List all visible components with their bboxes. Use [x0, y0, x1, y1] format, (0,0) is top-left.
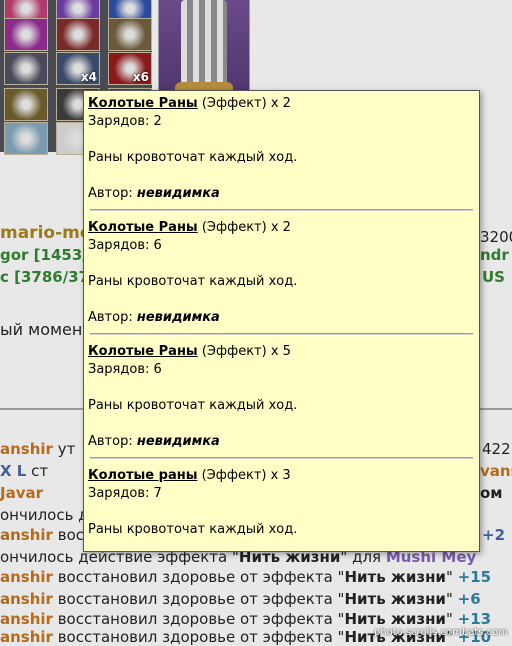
- armor-legs-icon: [181, 0, 227, 88]
- player-stats-line-2: c [3786/37: [0, 268, 89, 286]
- heal-amount: +15: [457, 568, 492, 586]
- effect-name-link[interactable]: Колотые Раны: [88, 96, 198, 111]
- effect-title: Колотые Раны (Эффект) x 5: [88, 343, 475, 361]
- chat-text: ст: [31, 462, 49, 480]
- heal-amount: +6: [457, 590, 481, 608]
- chat-text: восстановил здоровье от эффекта ": [52, 628, 345, 646]
- player-link[interactable]: c [3786/37: [0, 268, 89, 286]
- effect-author: Автор: невидимка: [88, 433, 475, 451]
- author-name: невидимка: [136, 434, 220, 449]
- dog-icon[interactable]: [4, 88, 48, 121]
- watermark: photo.scrolls.combats.com: [373, 627, 508, 638]
- effect-name-link[interactable]: Колотые раны: [88, 468, 197, 483]
- effect-description: Раны кровоточат каждый ход.: [88, 150, 298, 165]
- effect-name: Нить жизни: [344, 590, 446, 608]
- chat-line: anshir восстановил здоровье от эффекта "…: [0, 590, 481, 608]
- effect-title: Колотые Раны (Эффект) x 2: [88, 219, 475, 237]
- effect-description: Раны кровоточат каждый ход.: [88, 522, 298, 537]
- chat-text: ончилось д: [0, 506, 89, 524]
- effect-name-link[interactable]: Колотые Раны: [88, 220, 198, 235]
- chat-line: anshir восстановил здоровье от эффекта "…: [0, 568, 491, 586]
- chat-text: ": [445, 590, 458, 608]
- effect-name-link[interactable]: Колотые Раны: [88, 344, 198, 359]
- moment-text: ый момент: [0, 320, 92, 339]
- chat-name[interactable]: Javar: [0, 484, 43, 502]
- author-name: невидимка: [136, 310, 220, 325]
- effect-title: Колотые Раны (Эффект) x 2: [88, 95, 475, 113]
- red-potion-icon[interactable]: x6: [108, 52, 152, 85]
- effect-name: Нить жизни: [344, 610, 446, 628]
- chat-text: ут: [57, 440, 76, 458]
- chat-name[interactable]: anshir: [0, 526, 53, 544]
- stack-count: x6: [132, 70, 149, 84]
- chat-line: anshir восстановил здоровье от эффекта "…: [0, 610, 491, 628]
- effect-charges: Зарядов: 7: [88, 486, 162, 501]
- chat-text: вос: [57, 526, 84, 544]
- effect-description: Раны кровоточат каждый ход.: [88, 398, 298, 413]
- author-label: Автор:: [88, 434, 137, 449]
- author-name: невидимка: [136, 186, 220, 201]
- effect-kind: (Эффект) x 5: [197, 344, 291, 359]
- author-label: Автор:: [88, 186, 137, 201]
- chat-text: восстановил здоровье от эффекта ": [52, 568, 345, 586]
- chat-text: восстановил здоровье от эффекта ": [52, 610, 345, 628]
- effect-author: Автор: невидимка: [88, 309, 475, 327]
- magenta-gem-icon[interactable]: [4, 18, 48, 51]
- chat-text: ": [445, 568, 458, 586]
- effect-charges: Зарядов: 6: [88, 362, 162, 377]
- right-stat-3[interactable]: US: [482, 268, 505, 286]
- author-label: Автор:: [88, 310, 137, 325]
- cross-scroll-icon[interactable]: [108, 18, 152, 51]
- chat-name[interactable]: X L: [0, 462, 26, 480]
- effect-entry: Колотые Раны (Эффект) x 2 Зарядов: 2 Раны …: [88, 95, 479, 203]
- effect-separator: [90, 333, 473, 335]
- effect-separator: [90, 209, 473, 211]
- player-name-fragment[interactable]: mario-me: [0, 223, 91, 243]
- chat-right: 4227: [482, 440, 512, 458]
- effect-kind: (Эффект) x 3: [197, 468, 291, 483]
- effect-entry: Колотые Раны (Эффект) x 5 Зарядов: 6 Раны …: [88, 343, 479, 451]
- effect-author: Автор: невидимка: [88, 185, 475, 203]
- effect-entry: Колотые Раны (Эффект) x 2 Зарядов: 6 Раны …: [88, 219, 479, 327]
- chat-name[interactable]: anshir: [0, 590, 53, 608]
- effect-charges: Зарядов: 6: [88, 238, 162, 253]
- chat-right[interactable]: vans: [480, 462, 512, 480]
- chat-name[interactable]: anshir: [0, 440, 53, 458]
- right-stat-2[interactable]: ndr: [480, 246, 509, 264]
- effect-kind: (Эффект) x 2: [197, 220, 291, 235]
- effect-charges: Зарядов: 2: [88, 114, 162, 129]
- effect-title: Колотые раны (Эффект) x 3: [88, 467, 475, 485]
- chat-name[interactable]: anshir: [0, 628, 53, 646]
- crossed-swords-icon[interactable]: x4: [56, 52, 100, 85]
- heal-amount: +13: [457, 610, 492, 628]
- chat-right: +2: [482, 526, 506, 544]
- effects-tooltip: Колотые Раны (Эффект) x 2 Зарядов: 2 Раны …: [83, 90, 480, 552]
- red-blade-icon[interactable]: [56, 18, 100, 51]
- effect-name: Нить жизни: [344, 568, 446, 586]
- effect-entry: Колотые раны (Эффект) x 3 Зарядов: 7 Раны …: [88, 467, 479, 551]
- chat-name[interactable]: anshir: [0, 568, 53, 586]
- chat-right: ом: [480, 484, 503, 502]
- holy-shield-icon[interactable]: [4, 52, 48, 85]
- effect-description: Раны кровоточат каждый ход.: [88, 274, 298, 289]
- effect-separator: [90, 457, 473, 459]
- right-stat-1: 3200: [480, 228, 512, 246]
- shield-icon[interactable]: [4, 122, 48, 155]
- chat-name[interactable]: anshir: [0, 610, 53, 628]
- stack-count: x4: [80, 70, 97, 84]
- effect-kind: (Эффект) x 2: [197, 96, 291, 111]
- chat-text: восстановил здоровье от эффекта ": [52, 590, 345, 608]
- chat-text: ": [445, 610, 458, 628]
